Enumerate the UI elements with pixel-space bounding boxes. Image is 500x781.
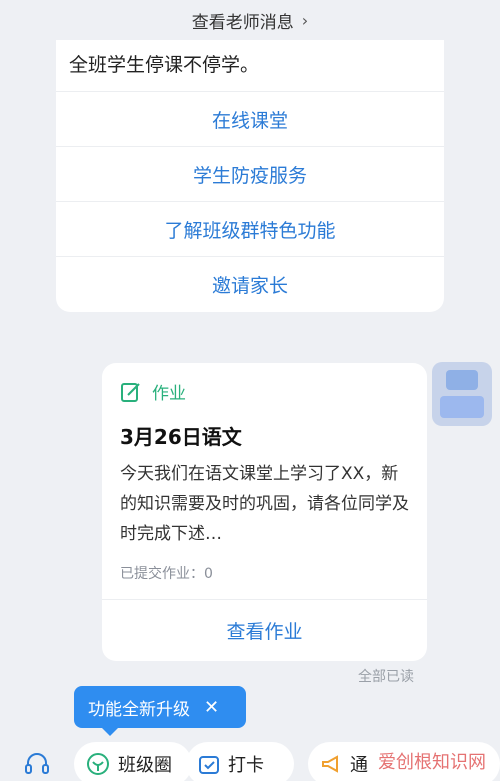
edit-note-icon — [121, 382, 140, 402]
view-teacher-messages-link[interactable]: 查看老师消息 › — [0, 0, 500, 40]
view-teacher-messages-label: 查看老师消息 — [191, 12, 294, 33]
close-icon[interactable]: ✕ — [204, 697, 219, 718]
leaf-circle-icon — [86, 752, 110, 776]
homework-submitted-count: 已提交作业：0 — [120, 566, 213, 582]
menu-item-student-epidemic[interactable]: 学生防疫服务 — [56, 147, 444, 202]
view-homework-button[interactable]: 查看作业 — [102, 600, 427, 661]
menu-card-intro: 全班学生停课不停学。 — [56, 40, 444, 92]
homework-description: 今天我们在语文课堂上学习了XX，新的知识需要及时的巩固，请各位同学及时完成下述… — [120, 464, 409, 544]
homework-tag: 作业 — [152, 384, 186, 404]
menu-item-online-class[interactable]: 在线课堂 — [56, 92, 444, 147]
tab-class-circle[interactable]: 班级圈 — [74, 742, 192, 781]
chevron-right-icon: › — [301, 10, 309, 30]
homework-title: 3月26日语文 — [120, 425, 242, 449]
avatar-blur-top — [446, 370, 478, 390]
headset-icon[interactable] — [24, 752, 50, 776]
upgrade-tooltip[interactable]: 功能全新升级 ✕ — [74, 686, 246, 736]
avatar-blur-bottom — [440, 396, 484, 418]
avatar[interactable] — [432, 362, 492, 426]
megaphone-icon — [320, 753, 342, 775]
menu-item-class-group-features[interactable]: 了解班级群特色功能 — [56, 202, 444, 257]
watermark: 爱创根知识网 — [378, 752, 486, 773]
homework-card[interactable]: 作业 3月26日语文 今天我们在语文课堂上学习了XX，新的知识需要及时的巩固，请… — [102, 363, 427, 661]
read-status: 全部已读 — [358, 669, 414, 685]
tab-check-in[interactable]: 打卡 — [186, 742, 294, 781]
tab-check-in-label: 打卡 — [228, 755, 264, 776]
tab-notice-label: 通 — [350, 755, 368, 776]
upgrade-tooltip-label: 功能全新升级 — [88, 699, 190, 720]
menu-item-invite-parents[interactable]: 邀请家长 — [56, 257, 444, 312]
tab-class-circle-label: 班级圈 — [118, 755, 172, 776]
checkbox-calendar-icon — [198, 753, 220, 775]
homework-card-header: 作业 — [120, 379, 186, 404]
menu-card: 全班学生停课不停学。 在线课堂 学生防疫服务 了解班级群特色功能 邀请家长 — [56, 40, 444, 312]
